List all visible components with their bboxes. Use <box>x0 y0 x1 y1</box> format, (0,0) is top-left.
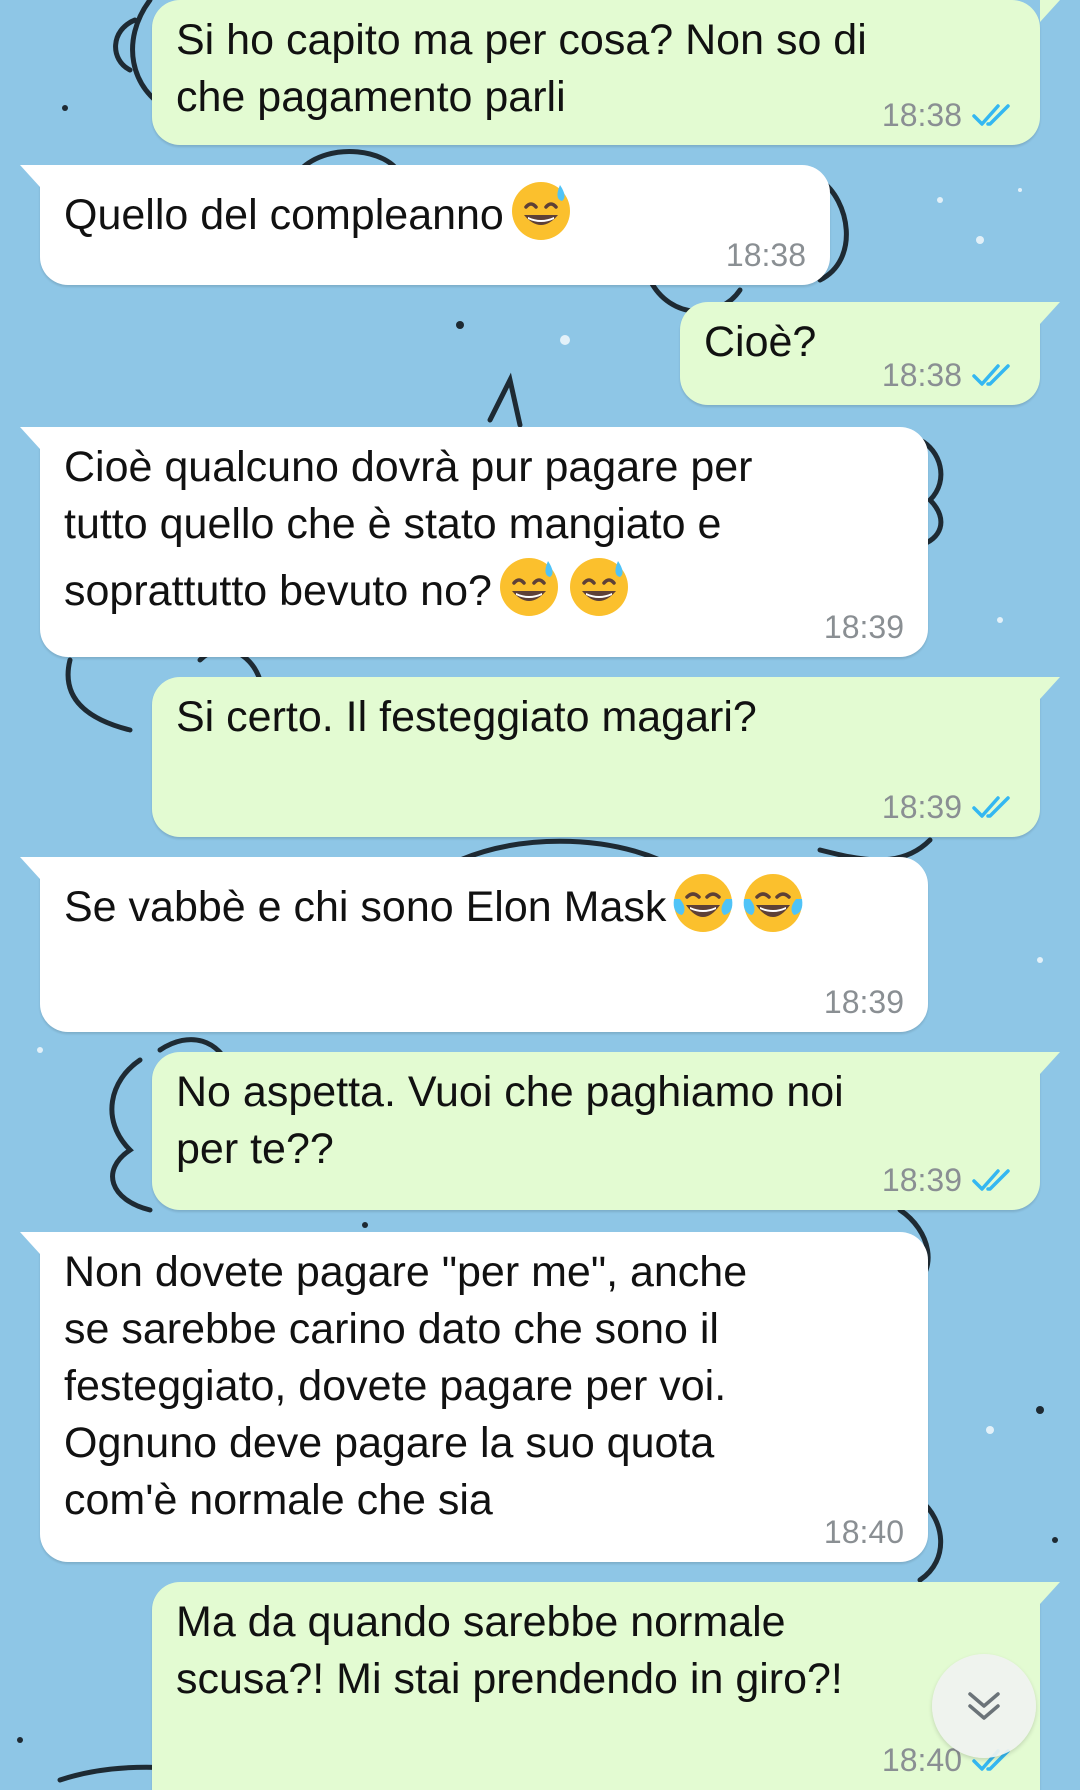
message-text: Si certo. Il festeggiato magari? <box>176 693 757 741</box>
message-time: 18:38 <box>725 237 806 273</box>
message-time: 18:40 <box>881 1742 962 1778</box>
message-time: 18:40 <box>823 1514 904 1550</box>
message-text: Non dovete pagare "per me", anche se sar… <box>64 1248 748 1524</box>
message-time: 18:39 <box>823 984 904 1020</box>
tears-of-joy-emoji-icon <box>674 874 733 932</box>
double-check-icon <box>972 796 1010 818</box>
message-outgoing[interactable]: Si ho capito ma per cosa? Non so di che … <box>152 0 1060 145</box>
message-text: Se vabbè e chi sono Elon Mask <box>64 869 904 936</box>
message-meta: 18:39 <box>824 984 904 1020</box>
message-time: 18:38 <box>881 97 962 133</box>
sweat-smile-emoji-icon <box>511 182 570 240</box>
chevron-double-down-icon <box>968 1692 1000 1720</box>
message-meta: 18:38 <box>882 97 1016 133</box>
message-time: 18:39 <box>881 1162 962 1198</box>
message-time: 18:38 <box>881 357 962 393</box>
message-outgoing[interactable]: No aspetta. Vuoi che paghiamo noi per te… <box>152 1052 1060 1210</box>
sweat-smile-emoji-icon <box>499 558 558 616</box>
message-text: Cioè qualcuno dovrà pur pagare per tutto… <box>64 439 904 620</box>
message-outgoing[interactable]: Si certo. Il festeggiato magari? 18:39 <box>152 677 1060 837</box>
message-text: Quello del compleanno <box>64 177 806 244</box>
message-incoming[interactable]: Non dovete pagare "per me", anche se sar… <box>20 1232 928 1562</box>
conversation[interactable]: Si ho capito ma per cosa? Non so di che … <box>0 0 1080 1790</box>
message-text: No aspetta. Vuoi che paghiamo noi per te… <box>176 1068 844 1173</box>
message-meta: 18:38 <box>882 357 1016 393</box>
message-time: 18:39 <box>823 609 904 645</box>
message-text: Ma da quando sarebbe normale scusa?! Mi … <box>176 1598 843 1703</box>
double-check-icon <box>972 104 1010 126</box>
message-incoming[interactable]: Se vabbè e chi sono Elon Mask 18:39 <box>20 857 928 1032</box>
message-meta: 18:38 <box>726 237 806 273</box>
message-outgoing[interactable]: Ma da quando sarebbe normale scusa?! Mi … <box>152 1582 1060 1790</box>
message-meta: 18:39 <box>882 1162 1016 1198</box>
scroll-to-bottom-button[interactable] <box>932 1654 1036 1758</box>
sweat-smile-emoji-icon <box>569 558 628 616</box>
message-incoming[interactable]: Quello del compleanno 18:38 <box>20 165 830 285</box>
double-check-icon <box>972 1169 1010 1191</box>
message-meta: 18:39 <box>824 609 904 645</box>
message-incoming[interactable]: Cioè qualcuno dovrà pur pagare per tutto… <box>20 427 928 657</box>
message-time: 18:39 <box>881 789 962 825</box>
message-meta: 18:40 <box>824 1514 904 1550</box>
message-outgoing[interactable]: Cioè? 18:38 <box>680 302 1060 405</box>
message-meta: 18:39 <box>882 789 1016 825</box>
double-check-icon <box>972 364 1010 386</box>
tears-of-joy-emoji-icon <box>744 874 803 932</box>
